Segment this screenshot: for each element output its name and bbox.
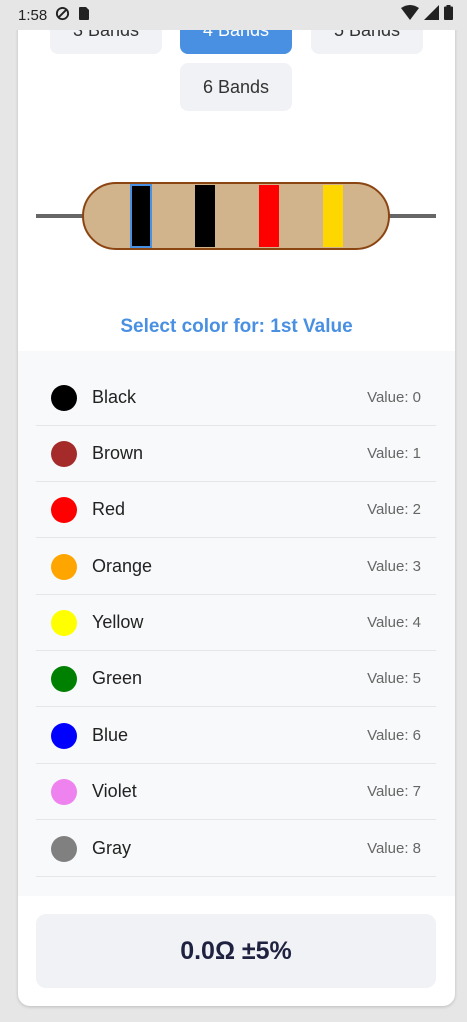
color-item-brown[interactable]: Brown Value: 1 bbox=[36, 426, 436, 482]
wifi-icon bbox=[401, 5, 419, 25]
color-swatch bbox=[51, 835, 77, 862]
color-item-blue[interactable]: Blue Value: 6 bbox=[36, 708, 436, 764]
color-name: Gray bbox=[92, 838, 132, 858]
status-left: 1:58 bbox=[18, 6, 90, 25]
color-item-violet[interactable]: Violet Value: 7 bbox=[36, 764, 436, 820]
status-bar: 1:58 bbox=[0, 0, 467, 30]
color-list: Black Value: 0 Brown Value: 1 Red Value:… bbox=[18, 351, 455, 896]
color-swatch bbox=[51, 778, 77, 805]
color-name: Black bbox=[92, 387, 137, 407]
resistance-value: 0.0Ω ±5% bbox=[180, 936, 292, 965]
color-swatch bbox=[51, 722, 77, 749]
signal-icon bbox=[424, 5, 439, 25]
dnd-icon bbox=[55, 6, 70, 25]
resistor-band-2[interactable] bbox=[195, 185, 215, 247]
color-value: Value: 0 bbox=[367, 389, 421, 406]
color-value: Value: 3 bbox=[367, 558, 421, 575]
select-color-prompt: Select color for: 1st Value bbox=[120, 316, 353, 337]
color-value: Value: 5 bbox=[367, 670, 421, 687]
battery-icon bbox=[444, 5, 453, 25]
color-name: Violet bbox=[92, 781, 137, 801]
color-value: Value: 6 bbox=[367, 727, 421, 744]
resistor-body bbox=[82, 182, 390, 250]
color-item-gray[interactable]: Gray Value: 8 bbox=[36, 821, 436, 877]
color-value: Value: 7 bbox=[367, 783, 421, 800]
resistance-result: 0.0Ω ±5% bbox=[36, 914, 436, 988]
color-name: Blue bbox=[92, 725, 129, 745]
resistor-graphic bbox=[36, 180, 436, 252]
color-value: Value: 4 bbox=[367, 614, 421, 631]
color-swatch bbox=[51, 665, 77, 692]
color-value: Value: 1 bbox=[367, 445, 421, 462]
color-swatch bbox=[51, 553, 77, 580]
color-name: Orange bbox=[92, 556, 153, 576]
color-swatch bbox=[51, 496, 77, 523]
color-swatch bbox=[51, 609, 77, 636]
color-swatch bbox=[51, 384, 77, 411]
color-item-yellow[interactable]: Yellow Value: 4 bbox=[36, 595, 436, 651]
color-name: Green bbox=[92, 668, 143, 688]
status-time: 1:58 bbox=[18, 6, 48, 24]
resistor-band-4[interactable] bbox=[323, 185, 343, 247]
band-option-6[interactable]: 6 Bands bbox=[180, 63, 292, 111]
resistor-band-1[interactable] bbox=[130, 184, 152, 248]
color-name: Yellow bbox=[92, 612, 144, 632]
color-name: Red bbox=[92, 499, 126, 519]
color-item-green[interactable]: Green Value: 5 bbox=[36, 651, 436, 707]
color-item-orange[interactable]: Orange Value: 3 bbox=[36, 539, 436, 595]
status-right bbox=[401, 5, 453, 25]
color-value: Value: 8 bbox=[367, 840, 421, 857]
color-item-red[interactable]: Red Value: 2 bbox=[36, 482, 436, 538]
resistor-band-3[interactable] bbox=[259, 185, 279, 247]
color-item-black[interactable]: Black Value: 0 bbox=[36, 370, 436, 426]
resistor-calculator-card: 3 Bands 4 Bands 5 Bands 6 Bands Select c… bbox=[18, 0, 455, 1006]
sim-card-icon bbox=[78, 6, 90, 25]
color-name: Brown bbox=[92, 443, 144, 463]
color-swatch bbox=[51, 440, 77, 467]
color-value: Value: 2 bbox=[367, 501, 421, 518]
